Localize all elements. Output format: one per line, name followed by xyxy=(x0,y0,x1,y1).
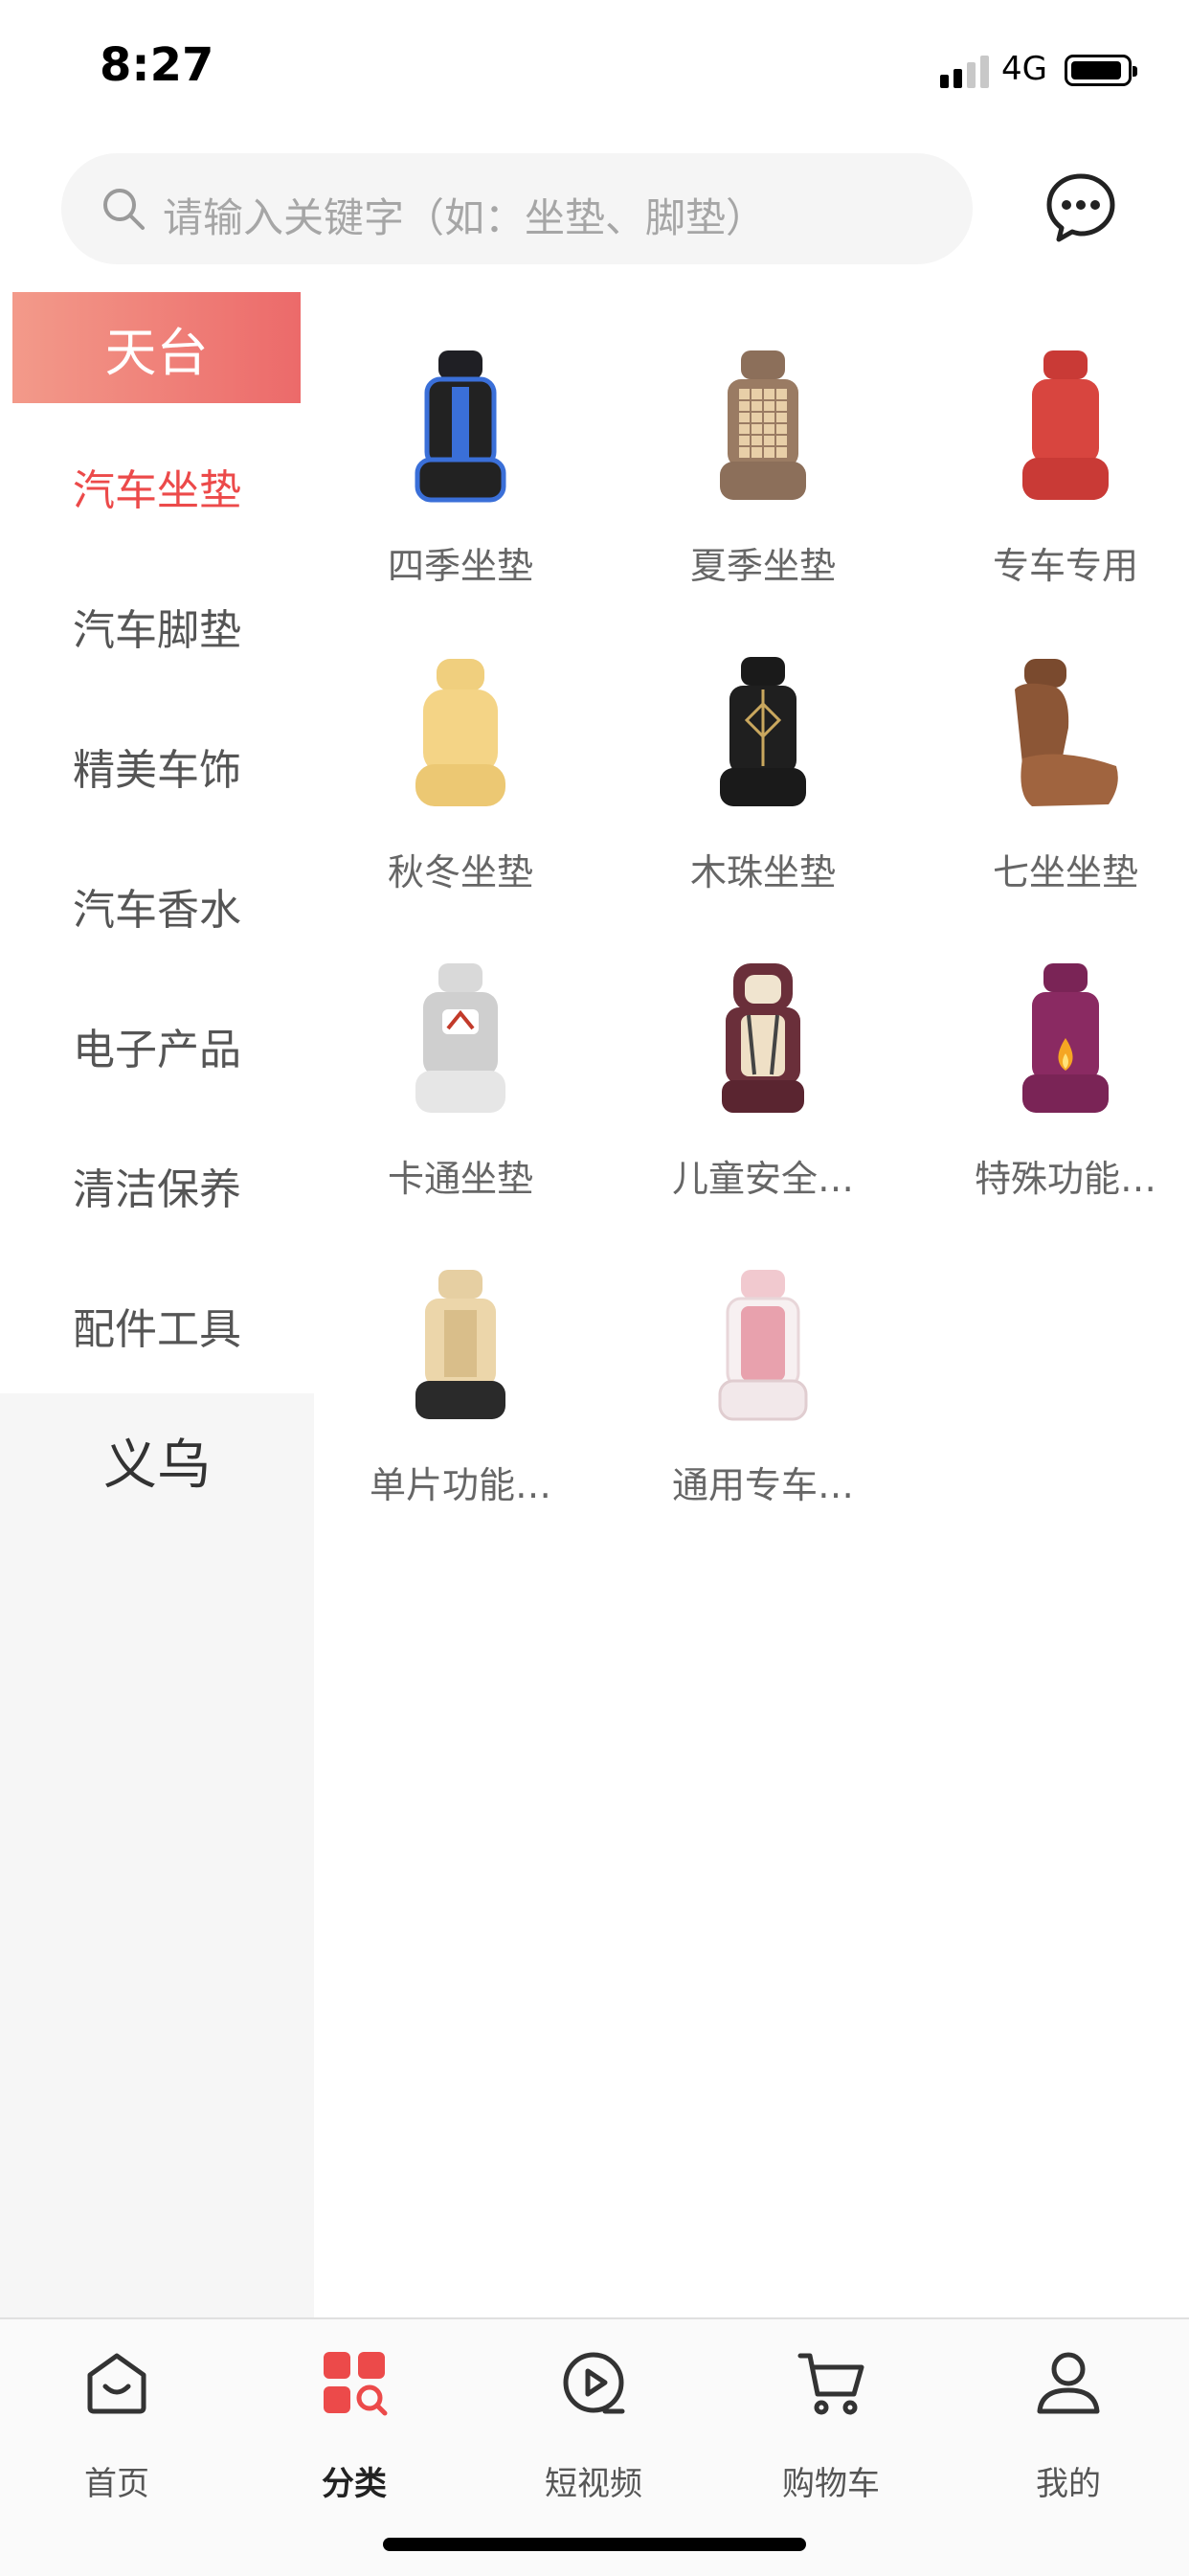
category-item[interactable]: 四季坐垫 xyxy=(310,345,611,632)
category-item[interactable]: 儿童安全… xyxy=(613,958,913,1245)
category-label: 卡通坐垫 xyxy=(387,1158,533,1200)
network-type: 4G xyxy=(1001,50,1047,88)
sidebar-background xyxy=(0,1393,314,2317)
sidebar-item-car-seat-cushion[interactable]: 汽车坐垫 xyxy=(0,439,314,534)
category-label: 四季坐垫 xyxy=(387,545,533,587)
seat-cover-cartoon-icon xyxy=(415,963,505,1113)
category-item[interactable]: 秋冬坐垫 xyxy=(310,651,611,938)
category-label: 通用专车… xyxy=(671,1464,854,1506)
seat-cover-red-icon xyxy=(1022,350,1109,500)
seat-cover-blue-icon xyxy=(415,350,506,503)
tab-label: 分类 xyxy=(322,2465,387,2503)
category-label: 儿童安全… xyxy=(671,1158,854,1200)
tab-label: 短视频 xyxy=(545,2465,642,2503)
category-item[interactable]: 特殊功能… xyxy=(915,958,1189,1245)
sidebar-item-car-floor-mat[interactable]: 汽车脚垫 xyxy=(0,578,314,674)
profile-icon xyxy=(1037,2352,1100,2414)
category-item[interactable]: 卡通坐垫 xyxy=(310,958,611,1245)
home-icon xyxy=(87,2353,146,2414)
category-icon xyxy=(324,2352,388,2416)
cellular-signal-icon xyxy=(940,54,990,88)
message-icon[interactable] xyxy=(1043,170,1118,245)
category-label: 特殊功能… xyxy=(974,1158,1156,1200)
category-item[interactable]: 七坐坐垫 xyxy=(915,651,1189,938)
category-item[interactable]: 通用专车… xyxy=(613,1264,913,1551)
category-label: 单片功能… xyxy=(369,1464,551,1506)
seat-cover-bead-icon xyxy=(720,350,806,500)
sidebar-item-car-decor[interactable]: 精美车饰 xyxy=(0,718,314,814)
category-label: 专车专用 xyxy=(992,545,1138,587)
category-label: 木珠坐垫 xyxy=(689,851,836,893)
search-icon xyxy=(103,189,145,230)
seat-cover-beige-icon xyxy=(415,1270,505,1419)
category-label: 夏季坐垫 xyxy=(689,545,836,587)
region-tab-yiwu[interactable]: 义乌 xyxy=(0,1408,314,1513)
tab-cart[interactable]: 购物车 xyxy=(735,2348,927,2503)
tab-profile[interactable]: 我的 xyxy=(973,2348,1164,2503)
cart-icon xyxy=(797,2353,864,2415)
region-tab-tiantai[interactable]: 天台 xyxy=(12,292,301,403)
seat-cover-wood-bead-icon xyxy=(720,657,806,806)
play-video-icon xyxy=(563,2352,625,2414)
category-label: 七坐坐垫 xyxy=(992,851,1138,893)
sidebar-item-cleaning[interactable]: 清洁保养 xyxy=(0,1138,314,1233)
category-item[interactable]: 夏季坐垫 xyxy=(613,345,913,632)
tab-label: 购物车 xyxy=(782,2465,880,2503)
tab-label: 首页 xyxy=(84,2465,149,2503)
category-item[interactable]: 专车专用 xyxy=(915,345,1189,632)
category-label: 秋冬坐垫 xyxy=(387,851,533,893)
seat-cover-leather-icon xyxy=(1015,659,1118,806)
tab-home[interactable]: 首页 xyxy=(21,2348,213,2503)
home-indicator[interactable] xyxy=(383,2538,806,2551)
search-placeholder: 请输入关键字（如：坐垫、脚垫） xyxy=(163,194,767,241)
sidebar-item-electronics[interactable]: 电子产品 xyxy=(0,998,314,1094)
tab-short-video[interactable]: 短视频 xyxy=(498,2348,689,2503)
heated-seat-cover-icon xyxy=(1022,963,1109,1113)
tab-label: 我的 xyxy=(1036,2465,1101,2503)
status-time: 8:27 xyxy=(100,38,214,92)
seat-cover-pink-icon xyxy=(718,1270,808,1421)
sidebar-item-accessories-tools[interactable]: 配件工具 xyxy=(0,1277,314,1373)
child-safety-seat-icon xyxy=(722,963,804,1113)
category-item[interactable]: 木珠坐垫 xyxy=(613,651,913,938)
battery-icon xyxy=(1065,55,1137,86)
tab-category[interactable]: 分类 xyxy=(258,2348,450,2503)
category-item[interactable]: 单片功能… xyxy=(310,1264,611,1551)
seat-cover-wool-icon xyxy=(415,659,505,806)
sidebar-item-car-perfume[interactable]: 汽车香水 xyxy=(0,858,314,954)
status-bar: 8:27 4G xyxy=(0,0,1189,144)
search-input[interactable]: 请输入关键字（如：坐垫、脚垫） xyxy=(61,153,973,264)
